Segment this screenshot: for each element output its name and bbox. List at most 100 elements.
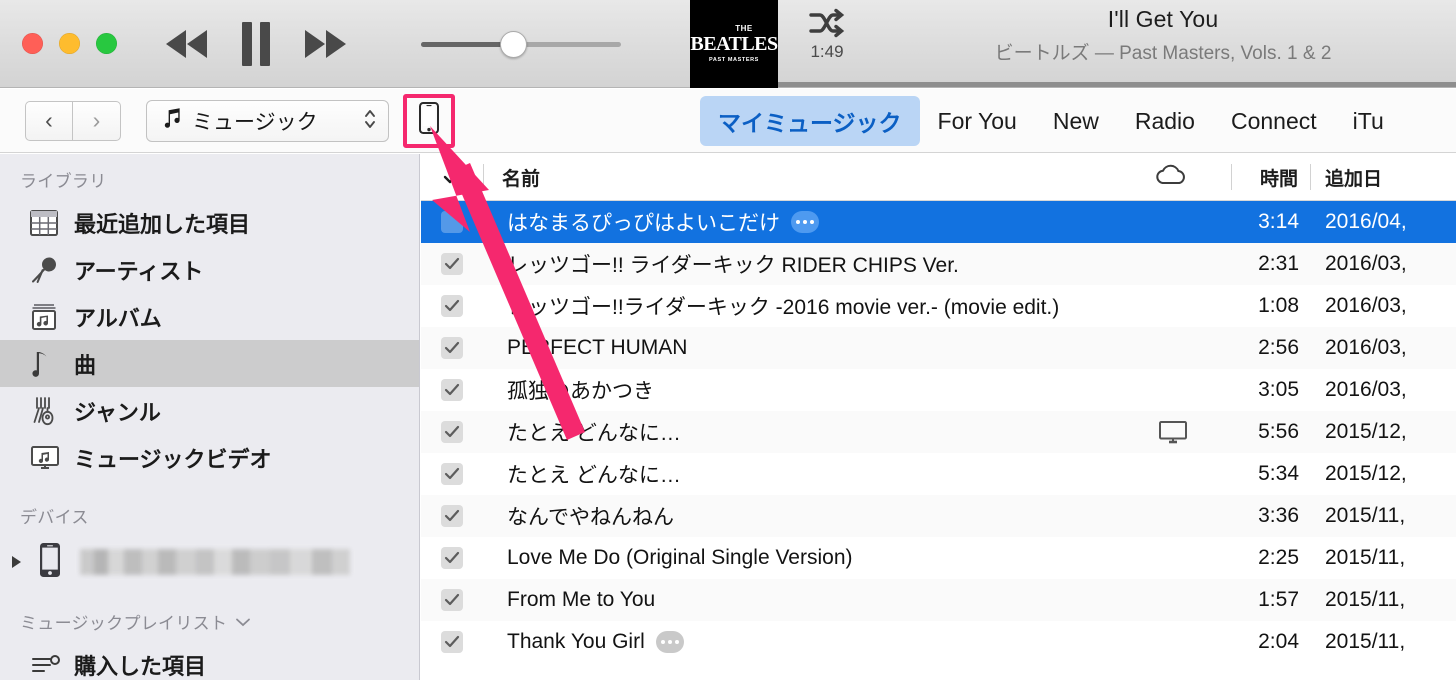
row-date: 2016/03, xyxy=(1325,252,1407,275)
column-header-date-label: 追加日 xyxy=(1325,168,1383,190)
volume-slider[interactable] xyxy=(421,30,621,58)
row-checkbox[interactable] xyxy=(421,547,483,569)
album-icon xyxy=(30,303,74,331)
chevron-left-icon: ‹ xyxy=(45,107,53,133)
transport-controls xyxy=(163,21,349,67)
column-header-cloud[interactable] xyxy=(1111,162,1231,193)
sidebar-item-recently-added[interactable]: 最近追加した項目 xyxy=(0,199,419,246)
table-row[interactable]: レッツゴー!!ライダーキック -2016 movie ver.- (movie … xyxy=(421,285,1456,327)
column-header-date[interactable]: 追加日 xyxy=(1311,164,1456,191)
table-row[interactable]: はなまるぴっぴはよいこだけ 3:14 2016/04, xyxy=(421,201,1456,243)
shuffle-icon[interactable] xyxy=(792,8,862,38)
row-time: 3:14 xyxy=(1258,210,1299,233)
row-name-cell: たとえ どんなに… xyxy=(483,417,1113,447)
elapsed-time: 1:49 xyxy=(810,42,844,61)
table-row[interactable]: レッツゴー!! ライダーキック RIDER CHIPS Ver. 2:31 2016… xyxy=(421,243,1456,285)
forward-button[interactable]: › xyxy=(73,100,121,141)
now-playing-title: I'll Get You xyxy=(1107,6,1219,32)
row-date: 2015/12, xyxy=(1325,420,1407,443)
row-checkbox[interactable] xyxy=(421,421,483,443)
table-row[interactable]: なんでやねんねん 3:36 2015/11, xyxy=(421,495,1456,537)
chevron-down-icon[interactable] xyxy=(235,612,251,632)
sidebar-item-albums[interactable]: アルバム xyxy=(0,293,419,340)
table-row[interactable]: Thank You Girl 2:04 2015/11, xyxy=(421,621,1456,663)
sidebar-item-device[interactable] xyxy=(0,535,419,589)
sidebar-item-label: 最近追加した項目 xyxy=(74,211,251,237)
music-note-icon xyxy=(163,106,183,135)
table-row[interactable]: From Me to You 1:57 2015/11, xyxy=(421,579,1456,621)
row-checkbox[interactable] xyxy=(421,211,483,233)
row-time: 5:56 xyxy=(1258,420,1299,443)
table-row[interactable]: たとえ どんなに… 5:34 2015/12, xyxy=(421,453,1456,495)
sidebar-item-label: ジャンル xyxy=(74,399,161,425)
disclosure-triangle-icon[interactable] xyxy=(12,556,21,568)
volume-knob[interactable] xyxy=(500,30,527,58)
tab-itunes-store[interactable]: iTu xyxy=(1335,100,1402,143)
album-art-line1: THE xyxy=(735,23,753,33)
row-checkbox[interactable] xyxy=(421,463,483,485)
tab-new[interactable]: New xyxy=(1035,100,1117,143)
album-artwork[interactable]: THE BEATLES PAST MASTERS xyxy=(690,0,778,88)
navigation-bar: ‹ › ミュージック マイミュージック For You New Radio Co… xyxy=(0,89,1456,153)
table-row[interactable]: たとえ どんなに… 5:56 2015/12, xyxy=(421,411,1456,453)
row-time: 2:31 xyxy=(1258,252,1299,275)
table-header-row: 名前 時間 追加日 xyxy=(421,154,1456,201)
row-date: 2016/03, xyxy=(1325,336,1407,359)
display-icon[interactable] xyxy=(1113,420,1233,444)
sidebar-item-artists[interactable]: アーティスト xyxy=(0,246,419,293)
device-button[interactable] xyxy=(403,93,455,148)
track-rows: はなまるぴっぴはよいこだけ 3:14 2016/04, レッツゴー!! ライダーキック… xyxy=(421,201,1456,663)
title-bar: THE BEATLES PAST MASTERS 1:49 I'll Get Y… xyxy=(0,0,1456,88)
row-name-cell: なんでやねんねん xyxy=(483,501,1113,531)
tab-my-music[interactable]: マイミュージック xyxy=(700,96,920,146)
row-time: 2:56 xyxy=(1258,336,1299,359)
microphone-icon xyxy=(30,256,74,284)
row-time: 5:34 xyxy=(1258,462,1299,485)
table-row[interactable]: PERFECT HUMAN 2:56 2016/03, xyxy=(421,327,1456,369)
row-time: 1:08 xyxy=(1258,294,1299,317)
table-row[interactable]: 孤独のあかつき 3:05 2016/03, xyxy=(421,369,1456,411)
row-checkbox[interactable] xyxy=(421,253,483,275)
cloud-icon xyxy=(1153,162,1189,193)
sidebar-item-purchased[interactable]: 購入した項目 xyxy=(0,641,419,680)
rewind-button[interactable] xyxy=(163,27,209,61)
zoom-button[interactable] xyxy=(96,33,117,54)
tab-radio[interactable]: Radio xyxy=(1117,100,1213,143)
chevron-right-icon: › xyxy=(92,107,101,133)
sidebar-item-songs[interactable]: 曲 xyxy=(0,340,419,387)
now-playing-subtitle: ビートルズ — Past Masters, Vols. 1 & 2 xyxy=(994,43,1332,64)
row-checkbox[interactable] xyxy=(421,505,483,527)
row-checkbox[interactable] xyxy=(421,631,483,653)
row-checkbox[interactable] xyxy=(421,379,483,401)
fast-forward-button[interactable] xyxy=(303,27,349,61)
column-header-checked[interactable] xyxy=(421,168,483,186)
pause-button[interactable] xyxy=(239,21,273,67)
minimize-button[interactable] xyxy=(59,33,80,54)
playback-progress-bar[interactable] xyxy=(778,82,1456,87)
source-dropdown[interactable]: ミュージック xyxy=(146,99,389,142)
sidebar-item-music-videos[interactable]: ミュージックビデオ xyxy=(0,434,419,481)
tab-connect[interactable]: Connect xyxy=(1213,100,1335,143)
row-date: 2015/12, xyxy=(1325,462,1407,485)
row-menu-button[interactable] xyxy=(791,211,819,233)
music-note-icon xyxy=(30,349,74,379)
row-name-cell: Thank You Girl xyxy=(483,630,1113,654)
sidebar-heading-playlists[interactable]: ミュージックプレイリスト xyxy=(0,589,419,641)
table-row[interactable]: Love Me Do (Original Single Version) 2:25… xyxy=(421,537,1456,579)
track-title: なんでやねんねん xyxy=(507,506,674,529)
sidebar-heading-playlists-label: ミュージックプレイリスト xyxy=(20,614,228,633)
row-checkbox[interactable] xyxy=(421,337,483,359)
device-name-redacted xyxy=(80,549,350,575)
close-button[interactable] xyxy=(22,33,43,54)
back-button[interactable]: ‹ xyxy=(25,100,73,141)
column-header-name[interactable]: 名前 xyxy=(484,164,1111,191)
row-checkbox[interactable] xyxy=(421,589,483,611)
tab-for-you[interactable]: For You xyxy=(920,100,1035,143)
playlist-icon xyxy=(30,654,74,676)
sidebar-item-genres[interactable]: ジャンル xyxy=(0,387,419,434)
row-checkbox[interactable] xyxy=(421,295,483,317)
row-date: 2015/11, xyxy=(1325,630,1406,653)
row-menu-button[interactable] xyxy=(655,631,684,653)
column-header-time[interactable]: 時間 xyxy=(1232,164,1310,191)
track-title: Thank You Girl xyxy=(507,630,645,653)
